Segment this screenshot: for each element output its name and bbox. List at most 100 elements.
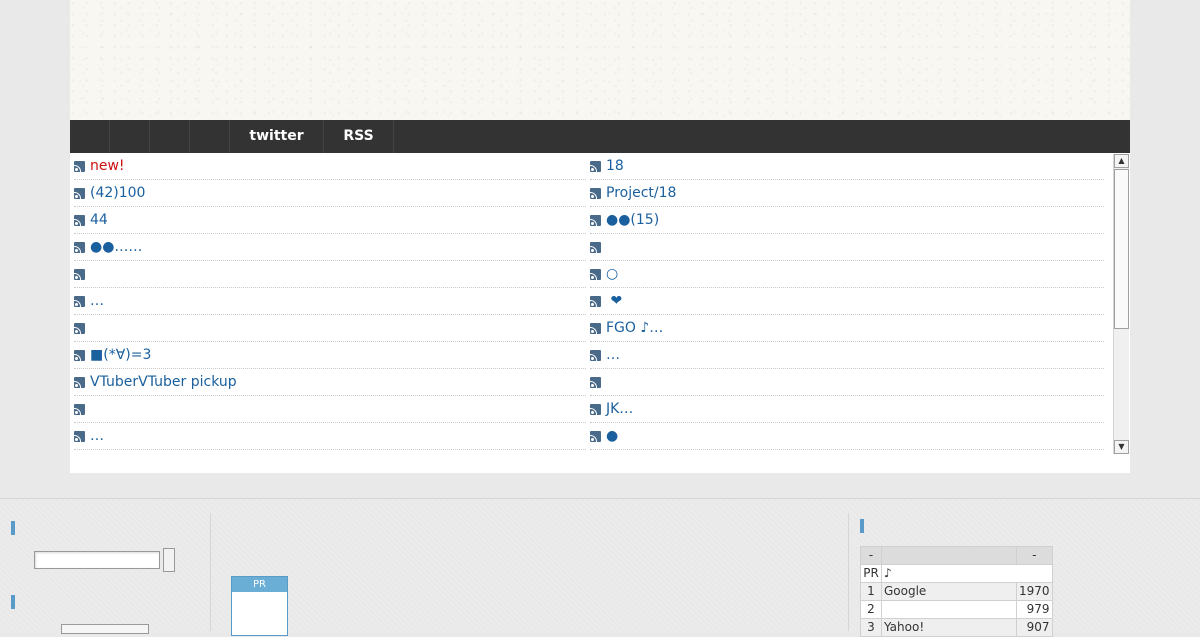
feed-entry-link[interactable]: …: [90, 293, 104, 309]
feed-entry-link[interactable]: VTuberVTuber pickup: [90, 374, 237, 390]
list-item: [74, 261, 586, 288]
antenna-feed-list: new! (42)100 44 ●●…… … ■(*∀)=3 VTuberVTuber pi…: [70, 153, 1113, 453]
ranking-site-link[interactable]: Yahoo!: [881, 618, 1017, 637]
scroll-down-button[interactable]: ▼: [1114, 440, 1129, 454]
list-item: [74, 315, 586, 342]
rss-feed-icon[interactable]: [74, 350, 85, 361]
feed-entry-link[interactable]: new!: [90, 158, 125, 174]
rss-feed-icon[interactable]: [74, 296, 85, 307]
rss-feed-icon[interactable]: [590, 377, 601, 388]
nav-item-4[interactable]: [190, 120, 230, 153]
ranking-count: 907: [1016, 618, 1053, 637]
select-box[interactable]: [61, 624, 149, 634]
rss-feed-icon[interactable]: [590, 431, 601, 442]
rss-feed-icon[interactable]: [590, 296, 601, 307]
nav-item-twitter[interactable]: twitter: [230, 120, 324, 153]
list-item: new!: [74, 153, 586, 180]
table-row: 3 Yahoo! 907: [860, 618, 1053, 637]
feed-scrollbar[interactable]: ▲ ▼: [1113, 154, 1129, 454]
feed-entry-link[interactable]: …: [606, 347, 620, 363]
list-item: VTuberVTuber pickup: [74, 369, 586, 396]
rss-feed-icon[interactable]: [74, 161, 85, 172]
nav-item-2[interactable]: [110, 120, 150, 153]
feed-entry-link[interactable]: ●●……: [90, 239, 142, 255]
table-row: 2 979: [860, 600, 1053, 619]
list-item: …: [74, 288, 586, 315]
feed-entry-link[interactable]: Project/18: [606, 185, 676, 201]
rss-feed-icon[interactable]: [590, 215, 601, 226]
rss-feed-icon[interactable]: [74, 269, 85, 280]
feed-entry-link[interactable]: 18: [606, 158, 624, 174]
rss-feed-icon[interactable]: [590, 350, 601, 361]
rss-feed-icon[interactable]: [590, 242, 601, 253]
search-input[interactable]: [34, 551, 160, 569]
ranking-header-rank: -: [860, 546, 882, 565]
section-marker: [11, 595, 15, 609]
list-item: (42)100: [74, 180, 586, 207]
ranking-rank: 1: [860, 582, 882, 601]
feed-panel: new! (42)100 44 ●●…… … ■(*∀)=3 VTuberVTuber pi…: [70, 153, 1130, 473]
feed-entry-link[interactable]: ●: [606, 428, 618, 444]
ranking-rank: 3: [860, 618, 882, 637]
list-item: 44: [74, 207, 586, 234]
list-item: [590, 234, 1104, 261]
list-item: ■(*∀)=3: [74, 342, 586, 369]
table-row: 1 Google 1970: [860, 582, 1053, 601]
feed-entry-link[interactable]: ○: [606, 266, 618, 282]
nav-item-3[interactable]: [150, 120, 190, 153]
feed-entry-link[interactable]: ❤: [606, 293, 622, 309]
column-divider: [848, 513, 849, 631]
list-item: ●●(15): [590, 207, 1104, 234]
list-item: Project/18: [590, 180, 1104, 207]
rss-feed-icon[interactable]: [590, 269, 601, 280]
ranking-site-link[interactable]: [881, 600, 1017, 619]
scroll-up-button[interactable]: ▲: [1114, 154, 1129, 168]
rss-feed-icon[interactable]: [74, 431, 85, 442]
list-item: ❤: [590, 288, 1104, 315]
scroll-thumb[interactable]: [1114, 169, 1129, 329]
footer-area: PR - - PR ♪ 1 Google 1970 2 979 3 Yahoo!…: [0, 498, 1200, 637]
ranking-count: 1970: [1016, 582, 1053, 601]
ranking-header-count: -: [1016, 546, 1053, 565]
section-marker: [11, 521, 15, 535]
feed-entry-link[interactable]: …: [90, 428, 104, 444]
list-item: [590, 369, 1104, 396]
pr-box[interactable]: PR: [231, 576, 288, 636]
rss-feed-icon[interactable]: [590, 323, 601, 334]
ranking-site-link[interactable]: Google: [881, 582, 1017, 601]
rss-feed-icon[interactable]: [590, 188, 601, 199]
list-item: ●●……: [74, 234, 586, 261]
search-button[interactable]: [163, 548, 175, 572]
feed-entry-link[interactable]: JK…: [606, 401, 633, 417]
list-item: JK…: [590, 396, 1104, 423]
global-nav: twitter RSS: [70, 120, 1130, 153]
feed-entry-link[interactable]: ●●(15): [606, 212, 659, 228]
list-item: FGO ♪…: [590, 315, 1104, 342]
list-item: 18: [590, 153, 1104, 180]
ranking-pr-label: PR: [860, 564, 882, 583]
nav-item-rss[interactable]: RSS: [324, 120, 394, 153]
access-ranking-table: - - PR ♪ 1 Google 1970 2 979 3 Yahoo! 90…: [860, 546, 1053, 637]
rss-feed-icon[interactable]: [590, 161, 601, 172]
list-item: …: [590, 342, 1104, 369]
list-item: ●: [590, 423, 1104, 450]
ranking-pr-link[interactable]: ♪: [881, 564, 1053, 583]
rss-feed-icon[interactable]: [74, 215, 85, 226]
section-marker: [860, 519, 864, 533]
feed-entry-link[interactable]: (42)100: [90, 185, 145, 201]
list-item: [74, 396, 586, 423]
list-item: …: [74, 423, 586, 450]
rss-feed-icon[interactable]: [74, 323, 85, 334]
ranking-count: 979: [1016, 600, 1053, 619]
ranking-header-name: [881, 546, 1017, 565]
feed-entry-link[interactable]: ■(*∀)=3: [90, 347, 151, 363]
rss-feed-icon[interactable]: [590, 404, 601, 415]
feed-entry-link[interactable]: FGO ♪…: [606, 320, 663, 336]
nav-item-1[interactable]: [70, 120, 110, 153]
rss-feed-icon[interactable]: [74, 404, 85, 415]
feed-entry-link[interactable]: 44: [90, 212, 108, 228]
rss-feed-icon[interactable]: [74, 188, 85, 199]
rss-feed-icon[interactable]: [74, 377, 85, 388]
ranking-rank: 2: [860, 600, 882, 619]
rss-feed-icon[interactable]: [74, 242, 85, 253]
